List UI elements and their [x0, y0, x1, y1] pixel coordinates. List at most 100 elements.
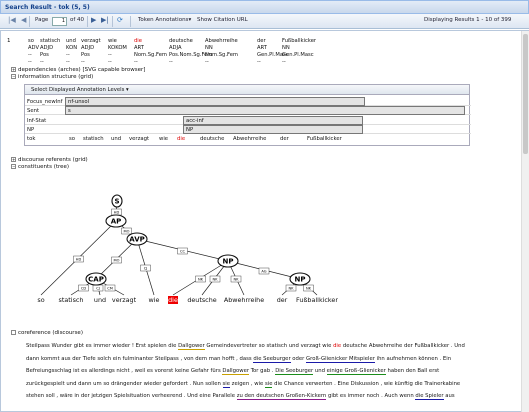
tree-leaf: verzagt — [112, 296, 137, 304]
refresh-icon[interactable]: ⟳ — [117, 16, 123, 24]
kwic-token: verzagt — [81, 38, 101, 44]
coreference-text-span: deutsche Abwehrreihe — [341, 343, 404, 349]
expander-information-label: information structure (grid) — [18, 74, 94, 80]
edge-label: NK — [212, 278, 218, 282]
grid-cell: acc-inf — [183, 116, 363, 125]
grid-label: Inf-Stat — [27, 118, 47, 124]
separator — [130, 16, 131, 27]
token-annotations-label: Token Annotations — [138, 17, 189, 23]
tree-leaf: Abwehrreihe — [224, 296, 264, 304]
edge-label: CD — [81, 287, 87, 291]
coreference-text-span: dann kommt aus der Tiefe solch ein fulmi… — [26, 355, 254, 362]
grid-label: Sent — [27, 108, 40, 114]
prev-page-icon[interactable]: ◀ — [21, 16, 26, 24]
coreference-mention[interactable]: sie — [222, 380, 230, 388]
coreference-text-span: Steilpass Wunder gibt es immer wieder ! … — [26, 343, 179, 349]
expander-discourse-referents[interactable]: + discourse referents (grid) — [11, 157, 88, 163]
kwic-annotation: NN — [282, 45, 290, 51]
tree-node-label: S — [114, 198, 119, 206]
separator — [112, 16, 113, 27]
edge-label: NK — [288, 287, 294, 291]
next-page-icon[interactable]: ▶ — [91, 16, 96, 24]
tree-node-label: CAP — [88, 276, 104, 284]
grid-cell: s — [65, 106, 465, 115]
edge-label: MO — [124, 230, 130, 234]
kwic-annotation: -- — [66, 59, 70, 65]
coreference-text-span: haben den Ball erst — [385, 368, 440, 375]
tree-leaf: so — [37, 296, 44, 304]
coreference-mention[interactable]: die Spieler — [415, 393, 444, 401]
coreference-text-span: stehen soll , wäre in der jetzigen Spiel… — [26, 393, 237, 400]
collapse-toggle-icon[interactable] — [11, 330, 16, 335]
coreference-mention[interactable]: Die Seeburger — [275, 368, 314, 376]
vertical-scrollbar[interactable] — [521, 31, 529, 412]
coreference-mention[interactable]: die Seeburger — [253, 355, 291, 363]
coreference-text-span: oder — [290, 355, 307, 362]
edge-label: CJ — [96, 287, 100, 291]
expander-coreference[interactable]: coreference (discourse) — [11, 330, 83, 336]
tree-node-label: AVP — [129, 236, 145, 244]
kwic-annotation: ADV — [28, 45, 40, 51]
tree-node-label: NP — [295, 276, 306, 284]
grid-token: und — [111, 136, 122, 142]
collapse-toggle-icon[interactable]: − — [11, 164, 16, 169]
coreference-mention[interactable]: Dallgower — [222, 368, 250, 376]
coreference-mention[interactable]: Groß-Glienicker Mitspieler — [306, 355, 375, 363]
grid-token: statisch — [83, 136, 104, 142]
grid-token: die — [177, 136, 186, 142]
kwic-annotation: -- — [40, 59, 44, 65]
grid-row-tok: tok so statisch und verzagt wie die deutsche Abw… — [25, 134, 471, 143]
kwic-annotation: ADJA — [169, 45, 182, 51]
edge-label: CC — [180, 250, 186, 254]
coreference-text: Steilpass Wunder gibt es immer wieder ! … — [26, 340, 511, 403]
coreference-text-span: zurückgespielt und dann um so drängender… — [26, 380, 223, 387]
show-citation-url-button[interactable]: Show Citation URL — [197, 17, 248, 23]
coreference-mention[interactable]: einige Groß-Glienicker — [326, 368, 386, 376]
expand-toggle-icon[interactable]: + — [11, 157, 16, 162]
kwic-token: statisch — [40, 38, 61, 44]
coreference-text-span: aus — [443, 393, 455, 400]
expander-constituents-label: constituents (tree) — [18, 164, 70, 170]
toolbar: |◀ ◀ Page 1 of 40 ▶ ▶| ⟳ Token Annotatio… — [0, 14, 529, 29]
grid-label: tok — [27, 136, 36, 142]
grid-row-sent: Sent s — [25, 106, 471, 115]
coreference-mention[interactable]: zu den deutschen Großen-Kickern — [236, 393, 327, 401]
coreference-text-span: ihn aufnehmen können . Ein — [374, 355, 452, 362]
select-levels-button[interactable]: Select Displayed Annotation Levels ▾ — [25, 85, 469, 95]
grid-token: so — [69, 136, 76, 142]
edge-label: CJ — [144, 267, 148, 271]
grid-cell: NP — [183, 125, 363, 134]
expander-dependencies[interactable]: + dependencies (arches) [SVG capable brow… — [11, 67, 145, 73]
kwic-annotation: ADJD — [40, 45, 54, 51]
kwic-token: Fußballkicker — [282, 38, 317, 44]
select-levels-label: Select Displayed Annotation Levels — [31, 87, 125, 93]
expander-constituents[interactable]: − constituents (tree) — [11, 164, 69, 170]
coreference-mention[interactable]: Dallgower — [178, 343, 205, 350]
kwic-annotation: ART — [257, 45, 267, 51]
grid-token: deutsche — [200, 136, 225, 142]
expander-coreference-label: coreference (discourse) — [18, 330, 83, 336]
page-number-input[interactable]: 1 — [52, 17, 67, 26]
edge-label: AG — [261, 270, 266, 274]
last-page-icon[interactable]: ▶| — [101, 16, 109, 24]
expander-information-structure[interactable]: − information structure (grid) — [11, 74, 93, 80]
kwic-annotation: -- — [282, 59, 286, 65]
coreference-line: Steilpass Wunder gibt es immer wieder ! … — [26, 340, 511, 353]
page-label: Page — [35, 17, 49, 23]
edge-label: HD — [114, 211, 120, 215]
expand-toggle-icon[interactable]: + — [11, 67, 16, 72]
scrollbar-thumb[interactable] — [523, 34, 528, 154]
kwic-annotation: NN — [205, 45, 213, 51]
first-page-icon[interactable]: |◀ — [8, 16, 16, 24]
token-annotations-button[interactable]: Token Annotations▾ — [138, 17, 191, 23]
coreference-text-span: . Und — [449, 343, 465, 349]
grid-token: Fußballkicker — [307, 136, 342, 142]
collapse-toggle-icon[interactable]: − — [11, 74, 16, 79]
grid-label: Focus_newInf — [27, 99, 63, 105]
grid-token: Abwehrreihe — [233, 136, 267, 142]
grid-token: wie — [159, 136, 169, 142]
chevron-down-icon: ▾ — [188, 17, 192, 23]
window-title: Search Result - tok (5, 5) — [0, 0, 529, 14]
coreference-text-span: und — [313, 368, 327, 375]
kwic-token: die — [134, 38, 142, 44]
